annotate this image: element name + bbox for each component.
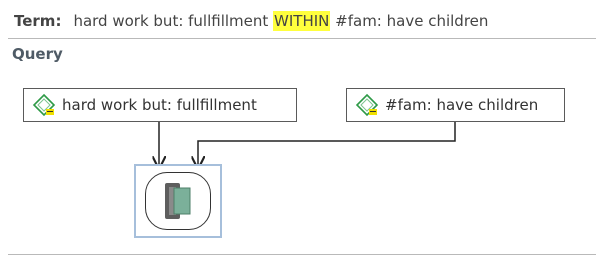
term-highlight-within: WITHIN <box>273 11 331 31</box>
code-tag-icon <box>355 93 379 117</box>
code-tag-icon <box>32 93 56 117</box>
within-operator-node[interactable] <box>145 172 211 230</box>
query-node-label: hard work but: fullfillment <box>62 96 257 114</box>
within-operator-selection[interactable] <box>134 164 222 238</box>
connector-arrow-b <box>198 122 456 168</box>
term-label: Term: <box>14 12 62 30</box>
query-section-title: Query <box>12 45 63 63</box>
query-node-hard-work[interactable]: hard work but: fullfillment <box>23 88 297 122</box>
term-value: hard work but: fullfillment WITHIN #fam:… <box>73 11 488 31</box>
query-node-fam-have-children[interactable]: #fam: have children <box>346 88 565 122</box>
term-row: Term: hard work but: fullfillment WITHIN … <box>14 9 488 33</box>
top-divider <box>8 38 596 39</box>
term-value-prefix: hard work but: fullfillment <box>73 12 274 30</box>
query-node-label: #fam: have children <box>385 96 539 114</box>
within-icon <box>165 183 191 219</box>
bottom-divider <box>8 254 596 255</box>
term-value-suffix: #fam: have children <box>330 12 489 30</box>
